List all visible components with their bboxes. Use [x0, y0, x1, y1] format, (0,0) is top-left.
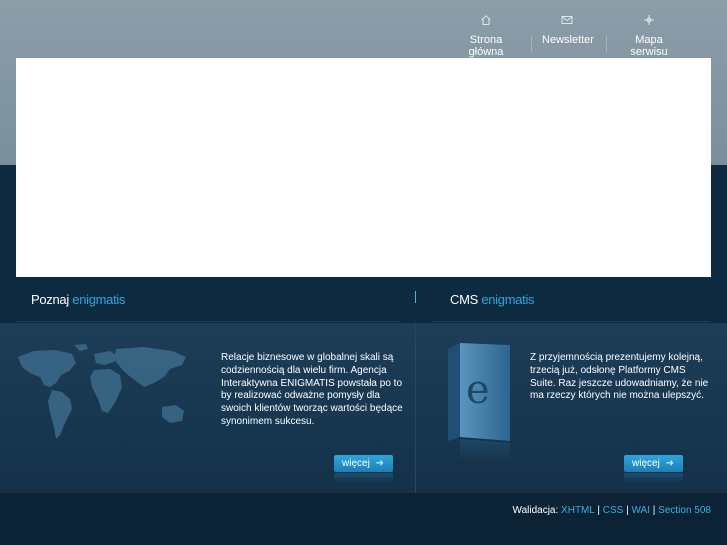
wai-link[interactable]: WAI [631, 505, 650, 516]
footer: Walidacja: XHTML | CSS | WAI | Section 5… [0, 493, 727, 545]
link-separator: | [626, 505, 629, 516]
section-title-left: Poznaj enigmatis [31, 292, 126, 307]
nav-item-newsletter[interactable]: Newsletter [542, 14, 594, 54]
more-button-left[interactable]: więcej ➜ [334, 455, 393, 472]
section-508-link[interactable]: Section 508 [658, 505, 711, 516]
divider-line [16, 321, 400, 322]
section-text-right: Z przyjemnością prezentujemy kolejną, tr… [530, 352, 709, 402]
nav-item-sitemap[interactable]: Mapa serwisu [617, 14, 681, 58]
more-button-right[interactable]: więcej ➜ [624, 455, 683, 472]
nav-item-home[interactable]: Strona główna [454, 14, 518, 58]
nav-separator [606, 36, 607, 52]
cms-product-box-image: e [448, 343, 510, 463]
button-reflection [334, 473, 393, 483]
xhtml-link[interactable]: XHTML [561, 505, 595, 516]
nav-sitemap-label: Mapa serwisu [630, 34, 668, 58]
section-headers: Poznaj enigmatis CMS enigmatis [0, 277, 727, 323]
banner-area [16, 58, 711, 277]
section-text-left: Relacje biznesowe w globalnej skali są c… [221, 352, 403, 427]
nav-separator [531, 36, 532, 52]
nav-home-label: Strona główna [468, 34, 504, 58]
arrow-right-icon: ➜ [665, 458, 674, 469]
section-title-right: CMS enigmatis [450, 292, 535, 307]
box-logo-letter: e [466, 367, 490, 413]
arrow-right-icon: ➜ [375, 458, 384, 469]
divider-line [431, 321, 710, 322]
button-reflection [624, 473, 683, 483]
link-separator: | [652, 505, 656, 516]
home-icon [454, 14, 518, 28]
nav-newsletter-label: Newsletter [542, 34, 594, 46]
validation-links: Walidacja: XHTML | CSS | WAI | Section 5… [513, 505, 712, 516]
content-area: Relacje biznesowe w globalnej skali są c… [0, 323, 727, 493]
sitemap-icon [617, 14, 681, 28]
vertical-divider [415, 291, 416, 303]
link-separator: | [597, 505, 600, 516]
world-map-image [18, 344, 186, 439]
css-link[interactable]: CSS [603, 505, 624, 516]
validation-label: Walidacja: [512, 505, 559, 516]
envelope-icon [542, 14, 592, 28]
column-divider [415, 323, 416, 493]
